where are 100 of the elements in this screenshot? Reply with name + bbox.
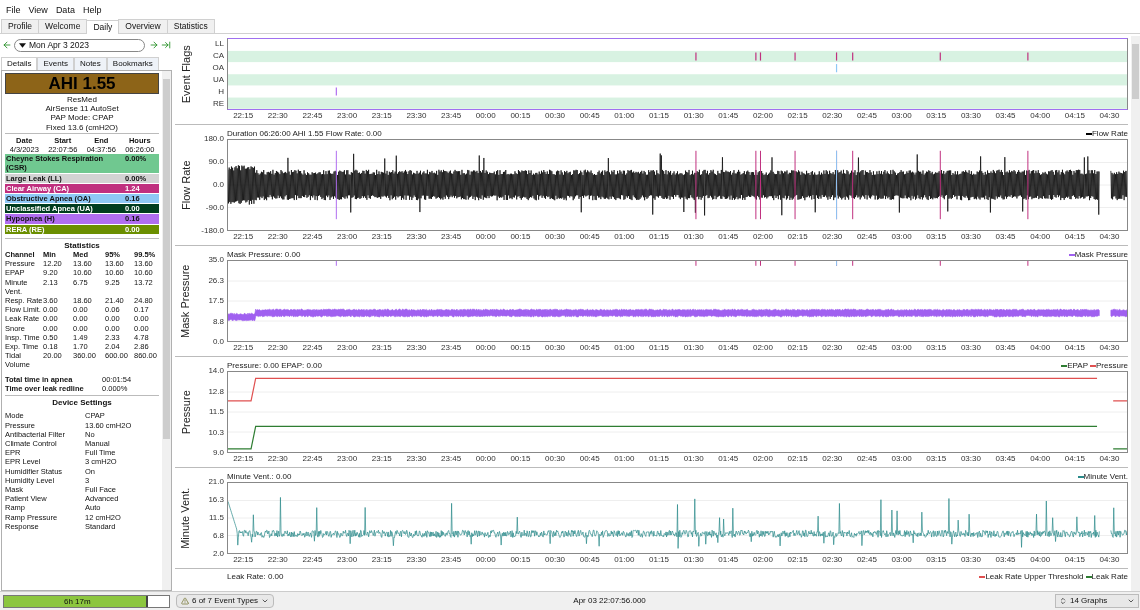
axis-tick-label: 01:30 xyxy=(683,231,704,243)
axis-tick-label: 02:15 xyxy=(787,453,808,465)
date-dropdown[interactable]: Mon Apr 3 2023 xyxy=(14,38,145,52)
axis-tick-label: 00:00 xyxy=(475,110,496,122)
menu-item[interactable]: Help xyxy=(78,4,106,18)
axis-tick-label: 02:00 xyxy=(752,453,773,465)
axis-tick-label: 02:00 xyxy=(752,110,773,122)
tab[interactable]: Bookmarks xyxy=(106,57,159,70)
axis-tick-label: 01:45 xyxy=(718,110,739,122)
tab[interactable]: Overview xyxy=(118,19,168,33)
axis-tick-label: 02:15 xyxy=(787,554,808,566)
axis-tick-label: 01:30 xyxy=(683,453,704,465)
axis-tick-label: 02:15 xyxy=(787,231,808,243)
scrollbar[interactable] xyxy=(1131,36,1140,591)
axis-tick-label: -180.0 xyxy=(201,226,224,236)
tab[interactable]: Daily xyxy=(86,20,120,34)
axis-tick-label: 03:45 xyxy=(995,453,1016,465)
axis-tick-label: 23:15 xyxy=(371,453,392,465)
axis-tick-label: 00:00 xyxy=(475,453,496,465)
axis-tick-label: 03:30 xyxy=(960,342,981,354)
tab[interactable]: Notes xyxy=(73,57,107,70)
axis-tick-label: 02:15 xyxy=(787,342,808,354)
axis-tick-label: 04:00 xyxy=(1030,110,1051,122)
axis-tick-label: 11.5 xyxy=(209,513,224,523)
menu-item[interactable]: Data xyxy=(51,4,79,18)
last-day-icon[interactable] xyxy=(161,40,171,50)
axis-tick-label: 01:45 xyxy=(718,231,739,243)
axis-tick-label: 04:30 xyxy=(1099,453,1120,465)
axis-tick-label: 22:45 xyxy=(302,231,323,243)
axis-tick-label: 90.0 xyxy=(208,157,224,167)
axis-tick-label: 01:00 xyxy=(614,342,635,354)
axis-title: Pressure xyxy=(178,390,193,434)
tab[interactable]: Profile xyxy=(1,19,40,33)
up-down-icon xyxy=(1059,597,1067,605)
axis-tick-label: 11.5 xyxy=(209,407,224,417)
axis-tick-label: 10.3 xyxy=(208,427,224,438)
axis-tick-label: 01:30 xyxy=(683,110,704,122)
tab[interactable]: Welcome xyxy=(38,19,88,33)
tab[interactable]: Details xyxy=(1,57,38,70)
axis-tick-label: 04:30 xyxy=(1099,554,1120,566)
menu-item[interactable]: View xyxy=(24,4,52,18)
axis-tick-label: 02:30 xyxy=(822,110,843,122)
section-title: Statistics xyxy=(63,240,101,251)
axis-title: Flow Rate xyxy=(178,160,193,210)
axis-tick-label: 04:15 xyxy=(1064,453,1085,465)
section-title: Device Settings xyxy=(51,398,113,408)
scrollbar[interactable] xyxy=(162,71,171,590)
axis-tick-label: 03:30 xyxy=(960,231,981,243)
menu-item[interactable]: File xyxy=(2,4,25,18)
axis-tick-label: 03:00 xyxy=(891,453,912,465)
axis-tick-label: 23:00 xyxy=(337,554,358,566)
axis-tick-label: 00:45 xyxy=(579,231,600,243)
legend-label: Leak Rate Upper Threshold xyxy=(985,571,1084,582)
device-info-line: AirSense 11 AutoSet xyxy=(45,104,119,114)
axis-tick-label: 01:45 xyxy=(718,453,739,465)
axis-tick-label: 03:45 xyxy=(995,554,1016,566)
axis-tick-label: 9.0 xyxy=(212,448,224,458)
axis-tick-label: 04:00 xyxy=(1030,453,1051,465)
tab[interactable]: Statistics xyxy=(166,19,215,33)
scrollbar-thumb[interactable] xyxy=(163,79,170,439)
axis-tick-label: 23:30 xyxy=(406,554,427,566)
axis-tick-label: 04:30 xyxy=(1099,110,1120,122)
device-info-line: PAP Mode: CPAP xyxy=(50,113,114,123)
previous-day-icon[interactable] xyxy=(2,40,12,50)
axis-tick-label: 04:30 xyxy=(1099,342,1120,354)
graphs-dropdown[interactable]: 14 Graphs xyxy=(1055,594,1139,608)
axis-tick-label: 21.0 xyxy=(208,477,224,487)
tab[interactable]: Events xyxy=(37,57,74,70)
next-day-icon[interactable] xyxy=(149,40,159,50)
axis-tick-label: 00:45 xyxy=(579,110,600,122)
legend-label: Mask Pressure xyxy=(1074,249,1128,260)
axis-tick-label: 03:00 xyxy=(891,342,912,354)
axis-tick-label: 00:15 xyxy=(510,110,531,122)
axis-tick-label: 23:00 xyxy=(337,342,358,354)
axis-tick-label: 03:15 xyxy=(926,231,947,243)
summary-bar-label: 6h 17m xyxy=(64,595,91,607)
axis-tick-label: 03:00 xyxy=(891,554,912,566)
scrollbar-thumb[interactable] xyxy=(1132,44,1139,99)
axis-tick-label: 01:00 xyxy=(614,554,635,566)
axis-tick-label: 01:30 xyxy=(683,554,704,566)
axis-tick-label: 23:45 xyxy=(441,554,462,566)
device-info-line: Fixed 13.6 (cmH2O) xyxy=(46,122,118,132)
legend-label: EPAP xyxy=(1067,360,1088,371)
axis-tick-label: 23:15 xyxy=(371,110,392,122)
chevron-down-icon xyxy=(1127,597,1135,605)
axis-tick-label: 17.5 xyxy=(208,296,224,306)
axis-tick-label: 22:45 xyxy=(302,554,323,566)
axis-tick-label: 03:15 xyxy=(926,554,947,566)
event-types-dropdown[interactable]: 6 of 7 Event Types xyxy=(176,594,275,608)
axis-tick-label: 22:30 xyxy=(267,231,288,243)
axis-tick-label: 02:45 xyxy=(856,231,877,243)
axis-tick-label: 03:45 xyxy=(995,231,1016,243)
axis-tick-label: 23:30 xyxy=(406,342,427,354)
axis-tick-label: 23:45 xyxy=(441,342,462,354)
axis-tick-label: 00:45 xyxy=(579,342,600,354)
dropdown-triangle-icon xyxy=(19,42,26,48)
axis-tick-label: 01:00 xyxy=(614,453,635,465)
axis-tick-label: 23:00 xyxy=(337,110,358,122)
axis-tick-label: 02:00 xyxy=(752,342,773,354)
axis-tick-label: 23:30 xyxy=(406,231,427,243)
